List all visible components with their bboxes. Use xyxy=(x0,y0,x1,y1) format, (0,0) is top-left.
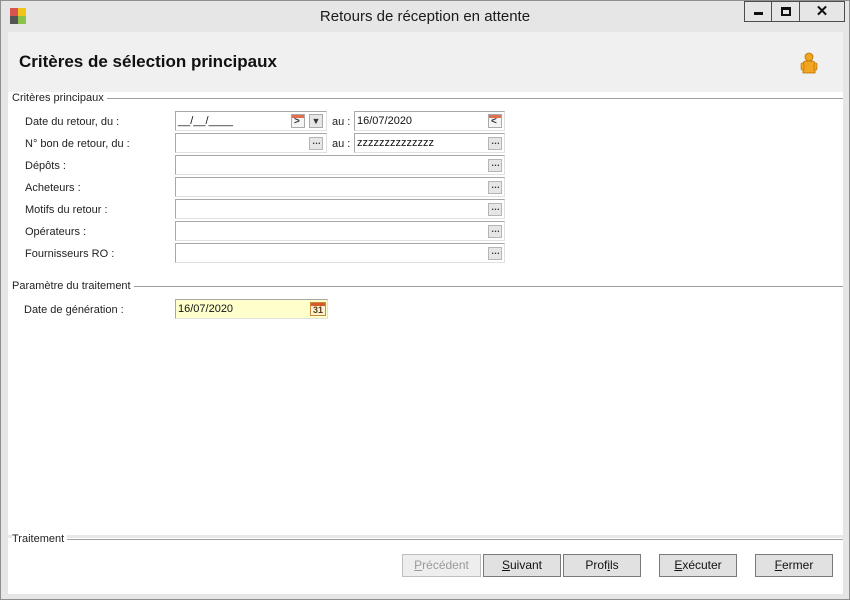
depots-label: Dépôts : xyxy=(25,160,66,172)
window-title: Retours de réception en attente xyxy=(319,8,531,25)
motifs-label: Motifs du retour : xyxy=(25,204,108,216)
footer-divider-band xyxy=(8,535,843,538)
previous-button[interactable]: Précédent xyxy=(402,554,481,577)
date-generation-field[interactable]: 16/07/2020 31 xyxy=(175,299,328,319)
date-generation-label: Date de génération : xyxy=(24,304,124,316)
close-button[interactable]: ✕ xyxy=(799,1,845,22)
group-divider xyxy=(128,286,843,287)
maximize-icon xyxy=(780,7,791,16)
ellipsis-icon[interactable]: … xyxy=(488,225,502,238)
bon-retour-from-field[interactable]: … xyxy=(175,133,327,153)
calendar-icon[interactable]: 31 xyxy=(310,302,326,316)
group-label-processing: Traitement xyxy=(12,533,68,545)
date-retour-label: Date du retour, du : xyxy=(25,116,120,128)
ellipsis-icon[interactable]: … xyxy=(309,137,323,150)
bon-retour-label: N° bon de retour, du : xyxy=(25,138,130,150)
ellipsis-icon[interactable]: … xyxy=(488,137,502,150)
group-label-main-criteria: Critères principaux xyxy=(12,92,107,104)
calendar-prev-icon[interactable]: < xyxy=(488,114,502,128)
group-label-processing-param: Paramètre du traitement xyxy=(12,280,134,292)
ellipsis-icon[interactable]: … xyxy=(488,203,502,216)
date-retour-au-label: au : xyxy=(332,116,351,128)
operateurs-field[interactable]: … xyxy=(175,221,505,241)
acheteurs-field[interactable]: … xyxy=(175,177,505,197)
bon-retour-au-label: au : xyxy=(332,138,351,150)
bon-retour-to-field[interactable]: zzzzzzzzzzzzzz … xyxy=(354,133,505,153)
ellipsis-icon[interactable]: … xyxy=(488,247,502,260)
fournisseurs-field[interactable]: … xyxy=(175,243,505,263)
page-title: Critères de sélection principaux xyxy=(19,52,277,71)
close-icon: ✕ xyxy=(815,3,829,20)
user-profile-icon[interactable] xyxy=(800,52,818,74)
execute-button[interactable]: Exécuter xyxy=(659,554,737,577)
main-window: Retours de réception en attente ✕ Critèr… xyxy=(0,0,850,600)
operateurs-label: Opérateurs : xyxy=(25,226,87,238)
date-retour-from-field[interactable]: __/__/____ > ▼ xyxy=(175,111,327,131)
header-band: Critères de sélection principaux xyxy=(8,32,843,92)
content-area: Critères de sélection principaux Critère… xyxy=(8,32,843,594)
minimize-icon xyxy=(753,12,763,15)
profiles-button[interactable]: Profils xyxy=(563,554,641,577)
title-bar: Retours de réception en attente ✕ xyxy=(1,1,849,32)
close-dialog-button[interactable]: Fermer xyxy=(755,554,833,577)
depots-field[interactable]: … xyxy=(175,155,505,175)
date-retour-to-field[interactable]: 16/07/2020 < xyxy=(354,111,505,131)
calendar-next-icon[interactable]: > xyxy=(291,114,305,128)
group-divider xyxy=(66,539,843,540)
ellipsis-icon[interactable]: … xyxy=(488,159,502,172)
next-button[interactable]: Suivant xyxy=(483,554,561,577)
maximize-button[interactable] xyxy=(771,1,800,22)
chevron-down-icon[interactable]: ▼ xyxy=(309,114,323,128)
minimize-button[interactable] xyxy=(744,1,772,22)
ellipsis-icon[interactable]: … xyxy=(488,181,502,194)
group-divider xyxy=(101,98,843,99)
fournisseurs-label: Fournisseurs RO : xyxy=(25,248,115,260)
acheteurs-label: Acheteurs : xyxy=(25,182,81,194)
motifs-field[interactable]: … xyxy=(175,199,505,219)
